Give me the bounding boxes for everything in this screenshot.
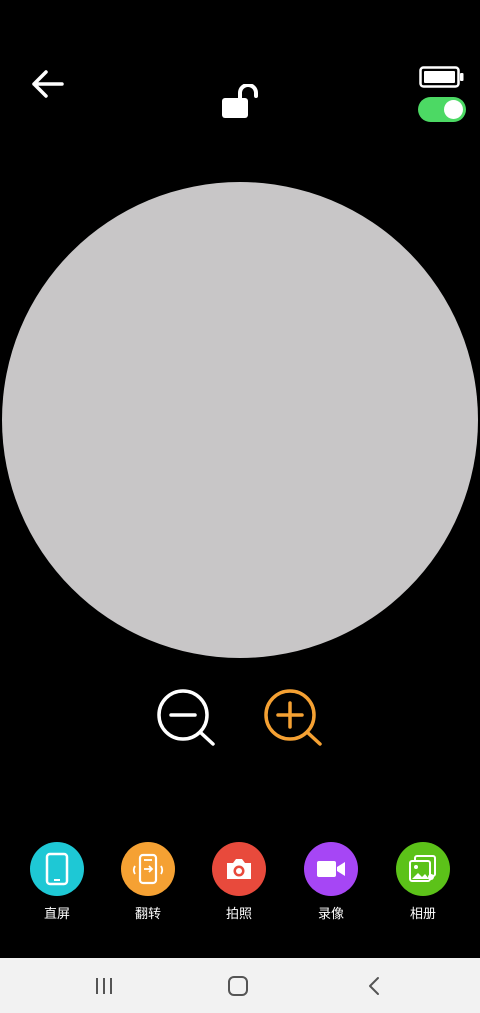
toggle-knob — [444, 100, 463, 119]
gallery-button[interactable]: 相册 — [388, 842, 458, 922]
portrait-label: 直屏 — [43, 907, 70, 922]
recent-apps-icon — [96, 978, 112, 994]
battery-indicator — [419, 66, 465, 88]
zoom-in-button[interactable] — [262, 688, 326, 752]
camera-icon — [212, 842, 266, 896]
zoom-out-button[interactable] — [155, 688, 219, 752]
system-nav-bar — [0, 958, 480, 1013]
photo-label: 拍照 — [225, 907, 252, 922]
battery-icon — [419, 66, 464, 88]
flip-button[interactable]: 翻转 — [113, 842, 183, 922]
phone-portrait-icon — [30, 842, 84, 896]
power-toggle[interactable] — [418, 97, 466, 122]
portrait-button[interactable]: 直屏 — [22, 842, 92, 922]
flip-label: 翻转 — [134, 907, 161, 922]
record-button[interactable]: 录像 — [296, 842, 366, 922]
unlock-icon — [222, 83, 258, 118]
back-button[interactable] — [28, 66, 68, 102]
gallery-label: 相册 — [409, 907, 436, 922]
phone-rotate-icon — [121, 842, 175, 896]
photo-button[interactable]: 拍照 — [204, 842, 274, 922]
camera-preview[interactable] — [2, 182, 478, 658]
record-label: 录像 — [317, 907, 344, 922]
lock-button[interactable] — [218, 83, 260, 122]
recent-apps-button[interactable] — [84, 972, 124, 1000]
zoom-out-icon — [157, 689, 215, 746]
back-chevron-icon — [369, 977, 379, 995]
arrow-left-icon — [32, 70, 64, 98]
zoom-in-icon — [264, 689, 322, 746]
video-camera-icon — [304, 842, 358, 896]
home-button[interactable] — [218, 972, 258, 1000]
nav-back-button[interactable] — [354, 972, 394, 1000]
home-icon — [228, 976, 248, 996]
gallery-icon — [396, 842, 450, 896]
